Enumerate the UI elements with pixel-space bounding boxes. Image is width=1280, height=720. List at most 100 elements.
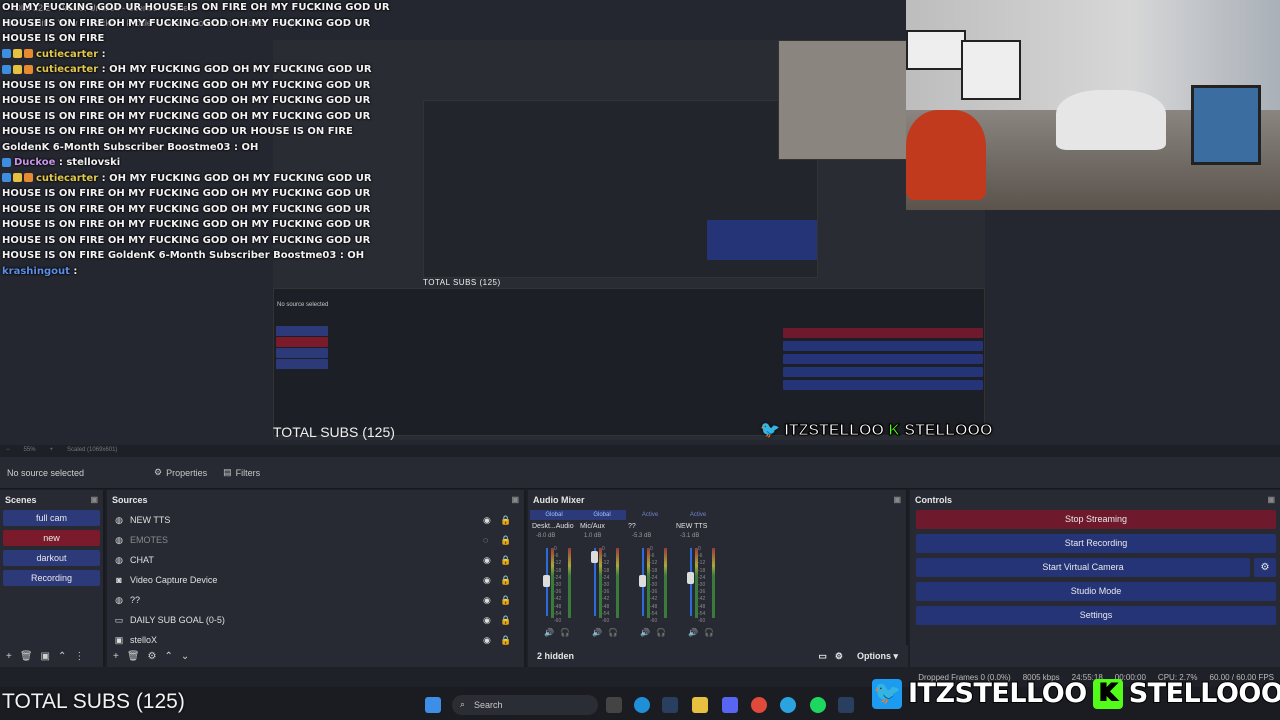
scene-item[interactable]: Recording bbox=[3, 570, 100, 586]
lock-icon[interactable]: 🔒 bbox=[500, 535, 511, 546]
chat-message: cutiecarter : OH MY FUCKING GOD OH MY FU… bbox=[2, 62, 402, 155]
channel-name[interactable]: Mic/Aux bbox=[580, 523, 628, 530]
headphone-icon[interactable]: 🎧 bbox=[704, 628, 714, 637]
source-label: EMOTES bbox=[130, 535, 169, 545]
fader-knob[interactable] bbox=[591, 551, 598, 563]
telegram-icon[interactable] bbox=[780, 697, 796, 713]
nested-control bbox=[783, 367, 983, 377]
undock-icon[interactable]: ▣ bbox=[893, 495, 901, 505]
filters-button[interactable]: ▤ Filters bbox=[215, 462, 268, 484]
undock-icon[interactable]: ▣ bbox=[90, 495, 98, 505]
speaker-icon[interactable]: 🔊 bbox=[592, 628, 602, 637]
chrome-icon[interactable] bbox=[751, 697, 767, 713]
program-preview[interactable]: Obs 32.2 - Profile: Untitled - Scenes: U… bbox=[0, 0, 1280, 445]
spotify-icon[interactable] bbox=[810, 697, 826, 713]
scene-item[interactable]: full cam bbox=[3, 510, 100, 526]
cam-monitor bbox=[1191, 85, 1261, 165]
add-scene-icon[interactable]: + bbox=[6, 651, 12, 662]
visibility-eye-icon[interactable]: ◉ bbox=[483, 635, 491, 646]
scale-tick: -30 bbox=[650, 582, 658, 589]
visibility-eye-icon[interactable]: ◉ bbox=[483, 555, 491, 566]
lock-icon[interactable]: 🔒 bbox=[500, 515, 511, 526]
source-item[interactable]: ◙ Video Capture Device ◉ 🔒 bbox=[107, 570, 524, 590]
visibility-eye-icon[interactable]: ◉ bbox=[483, 615, 491, 626]
source-item[interactable]: ◍ CHAT ◉ 🔒 bbox=[107, 550, 524, 570]
speaker-icon[interactable]: 🔊 bbox=[544, 628, 554, 637]
advanced-audio-icon[interactable]: ⚙ bbox=[835, 651, 843, 662]
steam-icon[interactable] bbox=[662, 697, 678, 713]
lock-icon[interactable]: 🔒 bbox=[500, 635, 511, 646]
scale-tick: -24 bbox=[698, 574, 706, 581]
scene-item[interactable]: new bbox=[3, 530, 100, 546]
kick-icon: K bbox=[888, 422, 901, 440]
discord-icon[interactable] bbox=[722, 697, 738, 713]
speaker-icon[interactable]: 🔊 bbox=[640, 628, 650, 637]
start-recording-button[interactable]: Start Recording bbox=[916, 534, 1276, 553]
source-item[interactable]: ◍ NEW TTS ◉ 🔒 bbox=[107, 510, 524, 530]
taskbar-search[interactable]: Search bbox=[452, 695, 598, 715]
cam-poster bbox=[961, 40, 1021, 100]
move-down-icon[interactable]: ⌄ bbox=[181, 651, 189, 662]
nested-no-source: No source selected bbox=[277, 302, 329, 308]
visibility-eye-icon[interactable]: ◉ bbox=[483, 575, 491, 586]
level-meter bbox=[568, 548, 571, 618]
no-source-label: No source selected bbox=[7, 467, 85, 478]
remove-source-icon[interactable]: 🗑 bbox=[127, 651, 140, 662]
add-source-icon[interactable]: + bbox=[113, 651, 119, 662]
stop-streaming-button[interactable]: Stop Streaming bbox=[916, 510, 1276, 529]
move-up-icon[interactable]: ⌃ bbox=[58, 651, 66, 662]
fader-knob[interactable] bbox=[639, 575, 646, 587]
chat-message: krashingout : bbox=[2, 264, 402, 280]
scale-tick: -12 bbox=[698, 560, 706, 567]
fader-knob[interactable] bbox=[543, 575, 550, 587]
layout-icon[interactable]: ▭ bbox=[818, 651, 827, 662]
more-icon[interactable]: ⋮ bbox=[74, 651, 84, 662]
scale-tick: -36 bbox=[650, 589, 658, 596]
visibility-eye-icon[interactable]: ◉ bbox=[483, 595, 491, 606]
scene-item[interactable]: darkout bbox=[3, 550, 100, 566]
badge-icon bbox=[2, 64, 11, 74]
filter-scene-icon[interactable]: ▣ bbox=[41, 651, 50, 662]
fader-knob[interactable] bbox=[687, 572, 694, 584]
hidden-count[interactable]: 2 hidden bbox=[537, 651, 574, 661]
visibility-eye-icon[interactable]: ◌ bbox=[483, 535, 488, 545]
lock-icon[interactable]: 🔒 bbox=[500, 615, 511, 626]
zoom-level[interactable]: 55% bbox=[24, 447, 36, 455]
virtual-camera-settings-gear-icon[interactable]: ⚙ bbox=[1254, 558, 1276, 577]
scale-select[interactable]: Scaled (1069x601) bbox=[67, 447, 117, 455]
steam-icon-2[interactable] bbox=[838, 697, 854, 713]
studio-mode-button[interactable]: Studio Mode bbox=[916, 582, 1276, 601]
move-up-icon[interactable]: ⌃ bbox=[165, 651, 173, 662]
folder-icon[interactable] bbox=[692, 697, 708, 713]
lock-icon[interactable]: 🔒 bbox=[500, 575, 511, 586]
source-item[interactable]: ◍?? ◉ 🔒 bbox=[107, 590, 524, 610]
channel-name[interactable]: Deskt...Audio bbox=[532, 523, 580, 530]
start-virtual-camera-button[interactable]: Start Virtual Camera ⚙ bbox=[916, 558, 1276, 577]
remove-scene-icon[interactable]: 🗑 bbox=[20, 651, 33, 662]
properties-button[interactable]: ⚙ Properties bbox=[146, 462, 215, 484]
headphone-icon[interactable]: 🎧 bbox=[608, 628, 618, 637]
edge-icon[interactable] bbox=[634, 697, 650, 713]
obs-taskbar-icon[interactable] bbox=[606, 697, 622, 713]
globe-icon: ◍ bbox=[115, 594, 123, 605]
lock-icon[interactable]: 🔒 bbox=[500, 595, 511, 606]
source-item[interactable]: ▭ DAILY SUB GOAL (0-5) ◉ 🔒 bbox=[107, 610, 524, 630]
speaker-icon[interactable]: 🔊 bbox=[688, 628, 698, 637]
zoom-out-icon[interactable]: − bbox=[6, 447, 10, 455]
channel-name[interactable]: NEW TTS bbox=[676, 523, 724, 530]
zoom-in-icon[interactable]: + bbox=[50, 447, 54, 455]
source-item[interactable]: ◍ EMOTES ◌ 🔒 bbox=[107, 530, 524, 550]
visibility-eye-icon[interactable]: ◉ bbox=[483, 515, 491, 526]
mixer-options-button[interactable]: Options ▾ bbox=[857, 651, 898, 662]
channel-name[interactable]: ?? bbox=[628, 523, 676, 530]
lock-icon[interactable]: 🔒 bbox=[500, 555, 511, 566]
headphone-icon[interactable]: 🎧 bbox=[656, 628, 666, 637]
undock-icon[interactable]: ▣ bbox=[1267, 495, 1275, 505]
windows-start-icon[interactable] bbox=[425, 697, 441, 713]
undock-icon[interactable]: ▣ bbox=[511, 495, 519, 505]
source-properties-gear-icon[interactable]: ⚙ bbox=[148, 651, 157, 662]
mixer-channel: 0 -6 -12 -18 -24 -30 -36 -42 -48 -54 -60 🔊 🎧 bbox=[540, 546, 580, 637]
headphone-icon[interactable]: 🎧 bbox=[560, 628, 570, 637]
controls-dock-header: Controls ▣ bbox=[910, 490, 1280, 510]
settings-button[interactable]: Settings bbox=[916, 606, 1276, 625]
